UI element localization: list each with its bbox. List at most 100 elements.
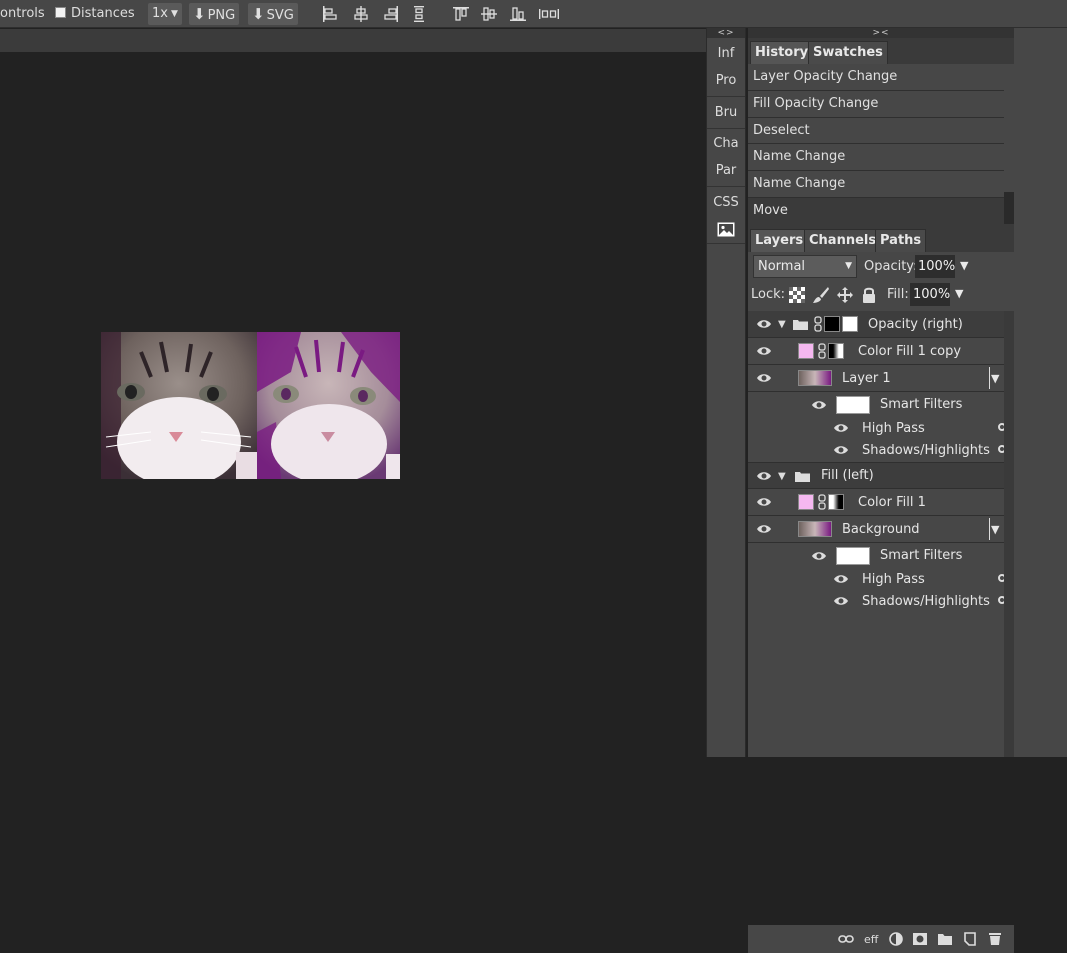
lock-all-icon[interactable] [860,286,878,304]
history-item[interactable]: Name Change [748,144,1004,172]
layer-row-group[interactable]: ▼ Fill (left) [748,463,1004,489]
smart-filters-row[interactable]: Smart Filters [748,392,1004,417]
folder-icon [793,319,808,330]
scale-dropdown[interactable]: 1x ▼ [148,3,182,25]
eye-icon[interactable] [811,398,827,412]
layer-row-smart[interactable]: Layer 1 ▼ [748,365,1004,392]
layer-row-group[interactable]: ▼ Opacity (right) [748,311,1004,338]
lock-position-move-icon[interactable] [836,286,854,304]
effects-icon[interactable]: eff [864,933,880,947]
group-mask-thumb-white [842,316,858,332]
smart-filter-mask-thumb [836,396,870,414]
filter-row[interactable]: Shadows/Highlights [748,439,1006,463]
panel-css-button[interactable]: CSS [707,195,745,210]
layer-name: Layer 1 [842,371,891,386]
eye-icon[interactable] [833,421,849,435]
tab-paths[interactable]: Paths [875,229,927,252]
history-item[interactable]: Deselect [748,117,1004,145]
align-right-icon[interactable] [382,5,400,23]
new-group-icon[interactable] [937,932,953,946]
right-collapse-toggle[interactable]: >< [748,28,1014,38]
opacity-input[interactable]: 100% [915,255,955,278]
eye-icon[interactable] [756,344,772,358]
fill-dropdown-icon[interactable]: ▼ [955,287,963,300]
mask-icon[interactable] [912,932,928,946]
export-png-button[interactable]: ⬇ PNG [189,3,240,25]
distances-toggle[interactable]: Distances [55,0,135,28]
lock-label: Lock: [751,287,786,302]
eye-icon[interactable] [756,469,772,483]
fill-input[interactable]: 100% [910,283,950,306]
link-icon[interactable] [838,932,854,946]
distribute-h-icon[interactable] [410,5,428,23]
canvas-image[interactable] [101,332,400,479]
history-item-current[interactable]: Move [748,197,1004,225]
chain-link-icon[interactable] [818,343,826,359]
history-scrollbar[interactable] [1004,192,1014,224]
align-center-h-icon[interactable] [352,5,370,23]
controls-label[interactable]: ontrols [0,0,45,28]
layer-name: High Pass [862,421,925,436]
tab-layers[interactable]: Layers [750,229,809,252]
panel-character-button[interactable]: Cha [707,136,745,151]
tab-swatches[interactable]: Swatches [808,41,888,64]
align-bottom-icon[interactable] [509,5,527,23]
mid-divider [707,96,745,97]
eye-icon[interactable] [756,317,772,331]
layer-row-fill[interactable]: Color Fill 1 copy [748,338,1004,365]
distribute-v-icon[interactable] [538,5,560,23]
panel-properties-button[interactable]: Pro [707,73,745,88]
eye-icon[interactable] [833,594,849,608]
chevron-down-icon: ▼ [170,9,178,19]
panel-paragraph-button[interactable]: Par [707,163,745,178]
eye-icon[interactable] [811,549,827,563]
layers-scrollbar[interactable] [1004,311,1014,757]
align-middle-v-icon[interactable] [480,5,498,23]
mid-collapse-toggle[interactable]: <> [707,28,745,38]
chevron-down-icon: ▼ [845,261,852,271]
opacity-dropdown-icon[interactable]: ▼ [960,259,968,272]
layer-mask-thumb [828,494,844,510]
lock-pixels-brush-icon[interactable] [812,286,830,304]
expand-effects-toggle[interactable]: ▼ [989,518,1003,540]
export-svg-button[interactable]: ⬇ SVG [248,3,298,25]
history-item[interactable]: Fill Opacity Change [748,90,1004,118]
panel-brush-button[interactable]: Bru [707,105,745,120]
distances-checkbox[interactable] [55,7,66,18]
distances-label: Distances [71,6,135,21]
layer-row-fill[interactable]: Color Fill 1 [748,489,1004,516]
align-top-icon[interactable] [452,5,470,23]
history-item[interactable]: Name Change [748,171,1004,198]
filter-row[interactable]: High Pass [748,568,1006,590]
layer-tabs: Layers Channels Paths [748,224,1014,252]
history-item[interactable]: Layer Opacity Change [748,64,1004,91]
eye-icon[interactable] [833,443,849,457]
expand-effects-toggle[interactable]: ▼ [989,367,1003,389]
chain-link-icon[interactable] [814,316,822,332]
layer-row-smart[interactable]: Background ▼ [748,516,1004,543]
eye-icon[interactable] [756,371,772,385]
panel-info-button[interactable]: Inf [707,46,745,61]
chevron-down-icon: ▼ [991,372,1000,385]
eye-icon[interactable] [833,572,849,586]
collapse-triangle-icon[interactable]: ▼ [778,471,786,482]
tab-channels[interactable]: Channels [804,229,882,252]
filter-row[interactable]: High Pass [748,417,1006,439]
tab-history[interactable]: History [750,41,814,64]
eye-icon[interactable] [756,522,772,536]
adjustment-icon[interactable] [888,932,904,946]
layer-name: Color Fill 1 [858,495,926,510]
smart-filters-row[interactable]: Smart Filters [748,543,1004,568]
trash-icon[interactable] [987,932,1003,946]
image-icon [717,222,735,237]
collapse-triangle-icon[interactable]: ▼ [778,319,786,330]
chain-link-icon[interactable] [818,494,826,510]
layer-name: High Pass [862,572,925,587]
filter-row[interactable]: Shadows/Highlights [748,590,1006,614]
blend-mode-select[interactable]: Normal ▼ [753,255,857,278]
lock-transparency-icon[interactable] [788,286,806,304]
align-left-icon[interactable] [321,5,339,23]
new-layer-icon[interactable] [962,932,978,946]
eye-icon[interactable] [756,495,772,509]
panel-image-button[interactable] [707,222,745,241]
